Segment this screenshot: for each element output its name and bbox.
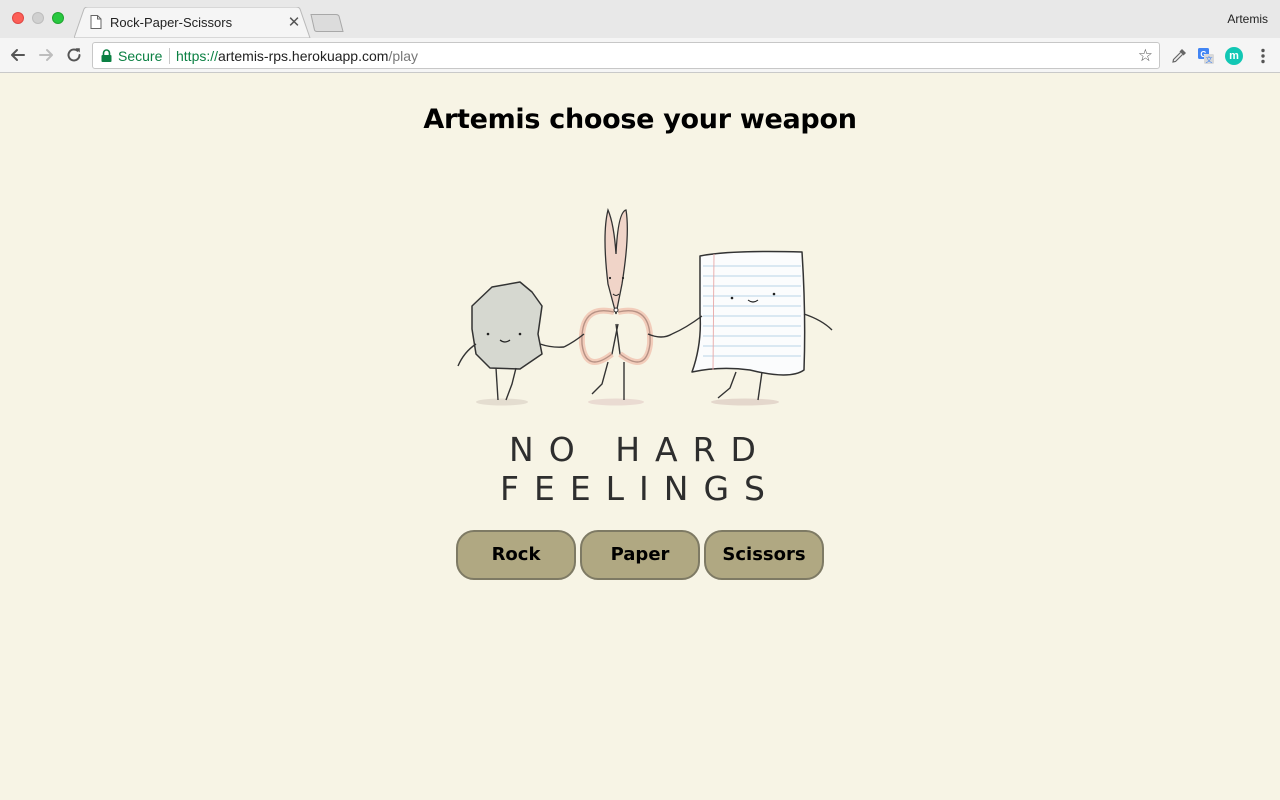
window-minimize-button[interactable] <box>32 12 44 24</box>
tab-title: Rock-Paper-Scissors <box>110 15 233 30</box>
forward-icon[interactable] <box>36 45 56 65</box>
rock-paper-scissors-illustration: NO HARD FEELINGS <box>420 194 860 508</box>
url-host: artemis-rps.herokuapp.com <box>218 48 389 64</box>
profile-name[interactable]: Artemis <box>1227 12 1268 26</box>
menu-icon[interactable] <box>1254 47 1272 65</box>
illustration-tagline: NO HARD FEELINGS <box>499 430 780 508</box>
browser-tab[interactable]: Rock-Paper-Scissors ✕ <box>74 7 312 39</box>
browser-toolbar: Secure https://artemis-rps.herokuapp.com… <box>0 38 1280 73</box>
address-divider <box>169 48 170 64</box>
eyedropper-icon[interactable] <box>1170 47 1188 65</box>
paper-character <box>671 250 833 401</box>
page-content: Artemis choose your weapon NO HARD FEELI… <box>0 74 1280 800</box>
address-bar[interactable]: Secure https://artemis-rps.herokuapp.com… <box>92 42 1160 69</box>
m-extension-icon[interactable]: m <box>1225 47 1243 65</box>
document-icon <box>90 15 102 29</box>
scissors-character <box>563 207 673 400</box>
tab-close-icon[interactable]: ✕ <box>286 13 302 31</box>
star-icon[interactable]: ☆ <box>1138 47 1153 64</box>
lock-icon <box>101 49 112 62</box>
window-close-button[interactable] <box>12 12 24 24</box>
rock-character <box>457 281 565 401</box>
rock-button[interactable]: Rock <box>456 530 576 580</box>
window-maximize-button[interactable] <box>52 12 64 24</box>
reload-icon[interactable] <box>64 45 84 65</box>
url-scheme: https:// <box>176 48 219 64</box>
paper-button[interactable]: Paper <box>580 530 700 580</box>
svg-text:文: 文 <box>1206 55 1213 64</box>
browser-titlebar: Rock-Paper-Scissors ✕ Artemis <box>0 0 1280 39</box>
scissors-button[interactable]: Scissors <box>704 530 824 580</box>
back-icon[interactable] <box>8 45 28 65</box>
url-text[interactable]: https://artemis-rps.herokuapp.com/play <box>176 48 418 64</box>
new-tab-button[interactable] <box>310 14 344 32</box>
page-title: Artemis choose your weapon <box>423 104 857 135</box>
url-path: /play <box>388 48 419 64</box>
secure-label: Secure <box>118 48 163 64</box>
characters-drawing <box>457 207 833 406</box>
translate-icon[interactable]: G 文 <box>1197 47 1215 65</box>
